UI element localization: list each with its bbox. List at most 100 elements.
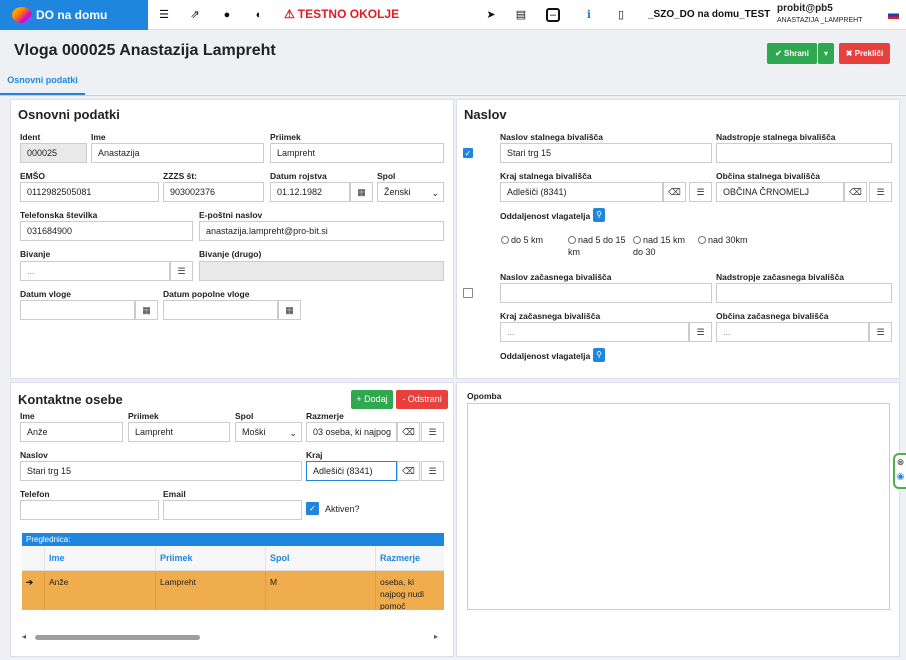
note-label: Opomba [467, 391, 502, 401]
side-widget[interactable]: ⊗ ◉ [893, 453, 906, 489]
eraser-icon[interactable]: ⌫ [397, 461, 420, 481]
contact-city-input[interactable]: Adlešiči (8341) [306, 461, 397, 481]
scroll-right-icon[interactable]: ▸ [434, 632, 438, 641]
contrast-icon[interactable]: ◐ [251, 7, 267, 23]
list-icon[interactable]: ☰ [689, 182, 712, 202]
temp-floor-label: Nadstropje začasnega bivališča [716, 272, 845, 282]
contact-address-input[interactable]: Stari trg 15 [20, 461, 302, 481]
calendar-icon[interactable]: ▦ [135, 300, 158, 320]
logout-icon[interactable]: – [546, 8, 560, 22]
perm-floor-input[interactable] [716, 143, 892, 163]
phone-input[interactable]: 031684900 [20, 221, 193, 241]
id-card-icon[interactable]: ▤ [513, 7, 529, 23]
radio-5-15km[interactable]: nad 5 do 15 km [568, 234, 628, 258]
perm-municipality-select[interactable]: OBČINA ČRNOMELJ [716, 182, 844, 202]
relation-select[interactable]: 03 oseba, ki najpog [306, 422, 397, 442]
temp-floor-input[interactable] [716, 283, 892, 303]
distance-label: Oddaljenost vlagatelja [500, 211, 591, 221]
temp-address-checkbox[interactable] [463, 288, 473, 298]
perm-city-select[interactable]: Adlešiči (8341) [500, 182, 663, 202]
gender-select[interactable]: Ženski ⌄ [377, 182, 444, 202]
temp-city-label: Kraj začasnega bivališča [500, 311, 601, 321]
contact-first-name-input[interactable]: Anže [20, 422, 123, 442]
temp-municipality-select[interactable]: ... [716, 322, 869, 342]
list-icon[interactable]: ☰ [170, 261, 193, 281]
scroll-left-icon[interactable]: ◂ [22, 632, 26, 641]
emso-input[interactable]: 0112982505081 [20, 182, 159, 202]
remove-contact-button[interactable]: - Odstrani [396, 390, 448, 409]
eraser-icon[interactable]: ⌫ [844, 182, 867, 202]
perm-municipality-label: Občina stalnega bivališča [716, 171, 820, 181]
scrollbar-thumb[interactable] [35, 635, 200, 640]
eraser-icon[interactable]: ⌫ [663, 182, 686, 202]
map-pin-icon[interactable]: ⚲ [593, 348, 605, 362]
list-icon[interactable]: ☰ [689, 322, 712, 342]
contact-email-input[interactable] [163, 500, 302, 520]
residence-other-field [199, 261, 444, 281]
chat-icon[interactable]: ◉ [897, 471, 905, 481]
note-textarea[interactable] [467, 403, 890, 610]
send-icon[interactable]: ➤ [483, 7, 499, 23]
save-button[interactable]: ✔ Shrani [767, 43, 817, 64]
complete-date-label: Datum popolne vloge [163, 289, 250, 299]
phone-label: Telefonska številka [20, 210, 98, 220]
column-header-ime[interactable]: Ime [44, 546, 156, 571]
perm-address-input[interactable]: Stari trg 15 [500, 143, 712, 163]
contact-phone-input[interactable] [20, 500, 159, 520]
eraser-icon[interactable]: ⌫ [397, 422, 420, 442]
active-checkbox[interactable]: ✓ [306, 502, 319, 515]
user-login[interactable]: probit@pb5 [777, 3, 833, 14]
add-contact-button[interactable]: + Dodaj [351, 390, 393, 409]
menu-icon[interactable]: ☰ [156, 7, 172, 23]
relation-label: Razmerje [306, 411, 344, 421]
save-dropdown-button[interactable]: ▾ [818, 43, 834, 64]
contact-gender-select[interactable]: Moški ⌄ [235, 422, 302, 442]
radio-15-30km[interactable]: nad 15 km do 30 [633, 234, 693, 258]
calendar-icon[interactable]: ▦ [350, 182, 373, 202]
tab-osnovni-podatki[interactable]: Osnovni podatki [0, 68, 85, 95]
birth-date-label: Datum rojstva [270, 171, 327, 181]
residence-other-label: Bivanje (drugo) [199, 249, 262, 259]
temp-address-input[interactable] [500, 283, 712, 303]
ident-field: 000025 [20, 143, 87, 163]
radio-do-5km[interactable]: do 5 km [501, 234, 543, 246]
cancel-button[interactable]: ✖ Prekliči [839, 43, 890, 64]
contact-email-label: Email [163, 489, 186, 499]
temp-address-label: Naslov začasnega bivališča [500, 272, 612, 282]
user-icon[interactable]: ● [219, 7, 235, 23]
external-link-icon[interactable]: ⇗ [187, 7, 203, 23]
column-header-spol[interactable]: Spol [265, 546, 376, 571]
list-icon[interactable]: ☰ [421, 422, 444, 442]
column-header-razmerje[interactable]: Razmerje [375, 546, 444, 571]
perm-address-checkbox[interactable]: ✓ [463, 148, 473, 158]
close-icon[interactable]: ⊗ [897, 457, 905, 467]
list-icon[interactable]: ☰ [869, 322, 892, 342]
first-name-input[interactable]: Anastazija [91, 143, 264, 163]
chevron-down-icon: ⌄ [289, 428, 297, 438]
list-icon[interactable]: ☰ [869, 182, 892, 202]
map-pin-icon[interactable]: ⚲ [593, 208, 605, 222]
temp-city-select[interactable]: ... [500, 322, 689, 342]
horizontal-scrollbar[interactable]: ◂ ▸ [22, 632, 444, 642]
tab-divider [0, 95, 906, 96]
contact-gender-value: Moški [242, 427, 266, 437]
contact-last-name-input[interactable]: Lampreht [128, 422, 230, 442]
complete-date-input[interactable] [163, 300, 278, 320]
info-icon[interactable]: ℹ [581, 7, 597, 23]
gender-value: Ženski [384, 187, 411, 197]
table-row[interactable]: ➔ Anže Lampreht M oseba, ki najpog nudi … [22, 571, 444, 610]
residence-select[interactable]: ... [20, 261, 170, 281]
birth-date-input[interactable]: 01.12.1982 [270, 182, 350, 202]
radio-30km[interactable]: nad 30km [698, 234, 748, 246]
language-flag-icon[interactable] [888, 11, 899, 19]
brand-home-link[interactable]: DO na domu [0, 0, 148, 30]
column-header-priimek[interactable]: Priimek [155, 546, 266, 571]
application-date-input[interactable] [20, 300, 135, 320]
calendar-icon[interactable]: ▦ [278, 300, 301, 320]
zzzs-input[interactable]: 903002376 [163, 182, 264, 202]
list-icon[interactable]: ☰ [421, 461, 444, 481]
document-icon[interactable]: ▯ [613, 7, 629, 23]
environment-warning: ⚠ TESTNO OKOLJE [284, 7, 399, 21]
last-name-input[interactable]: Lampreht [270, 143, 444, 163]
email-input[interactable]: anastazija.lampreht@pro-bit.si [199, 221, 444, 241]
